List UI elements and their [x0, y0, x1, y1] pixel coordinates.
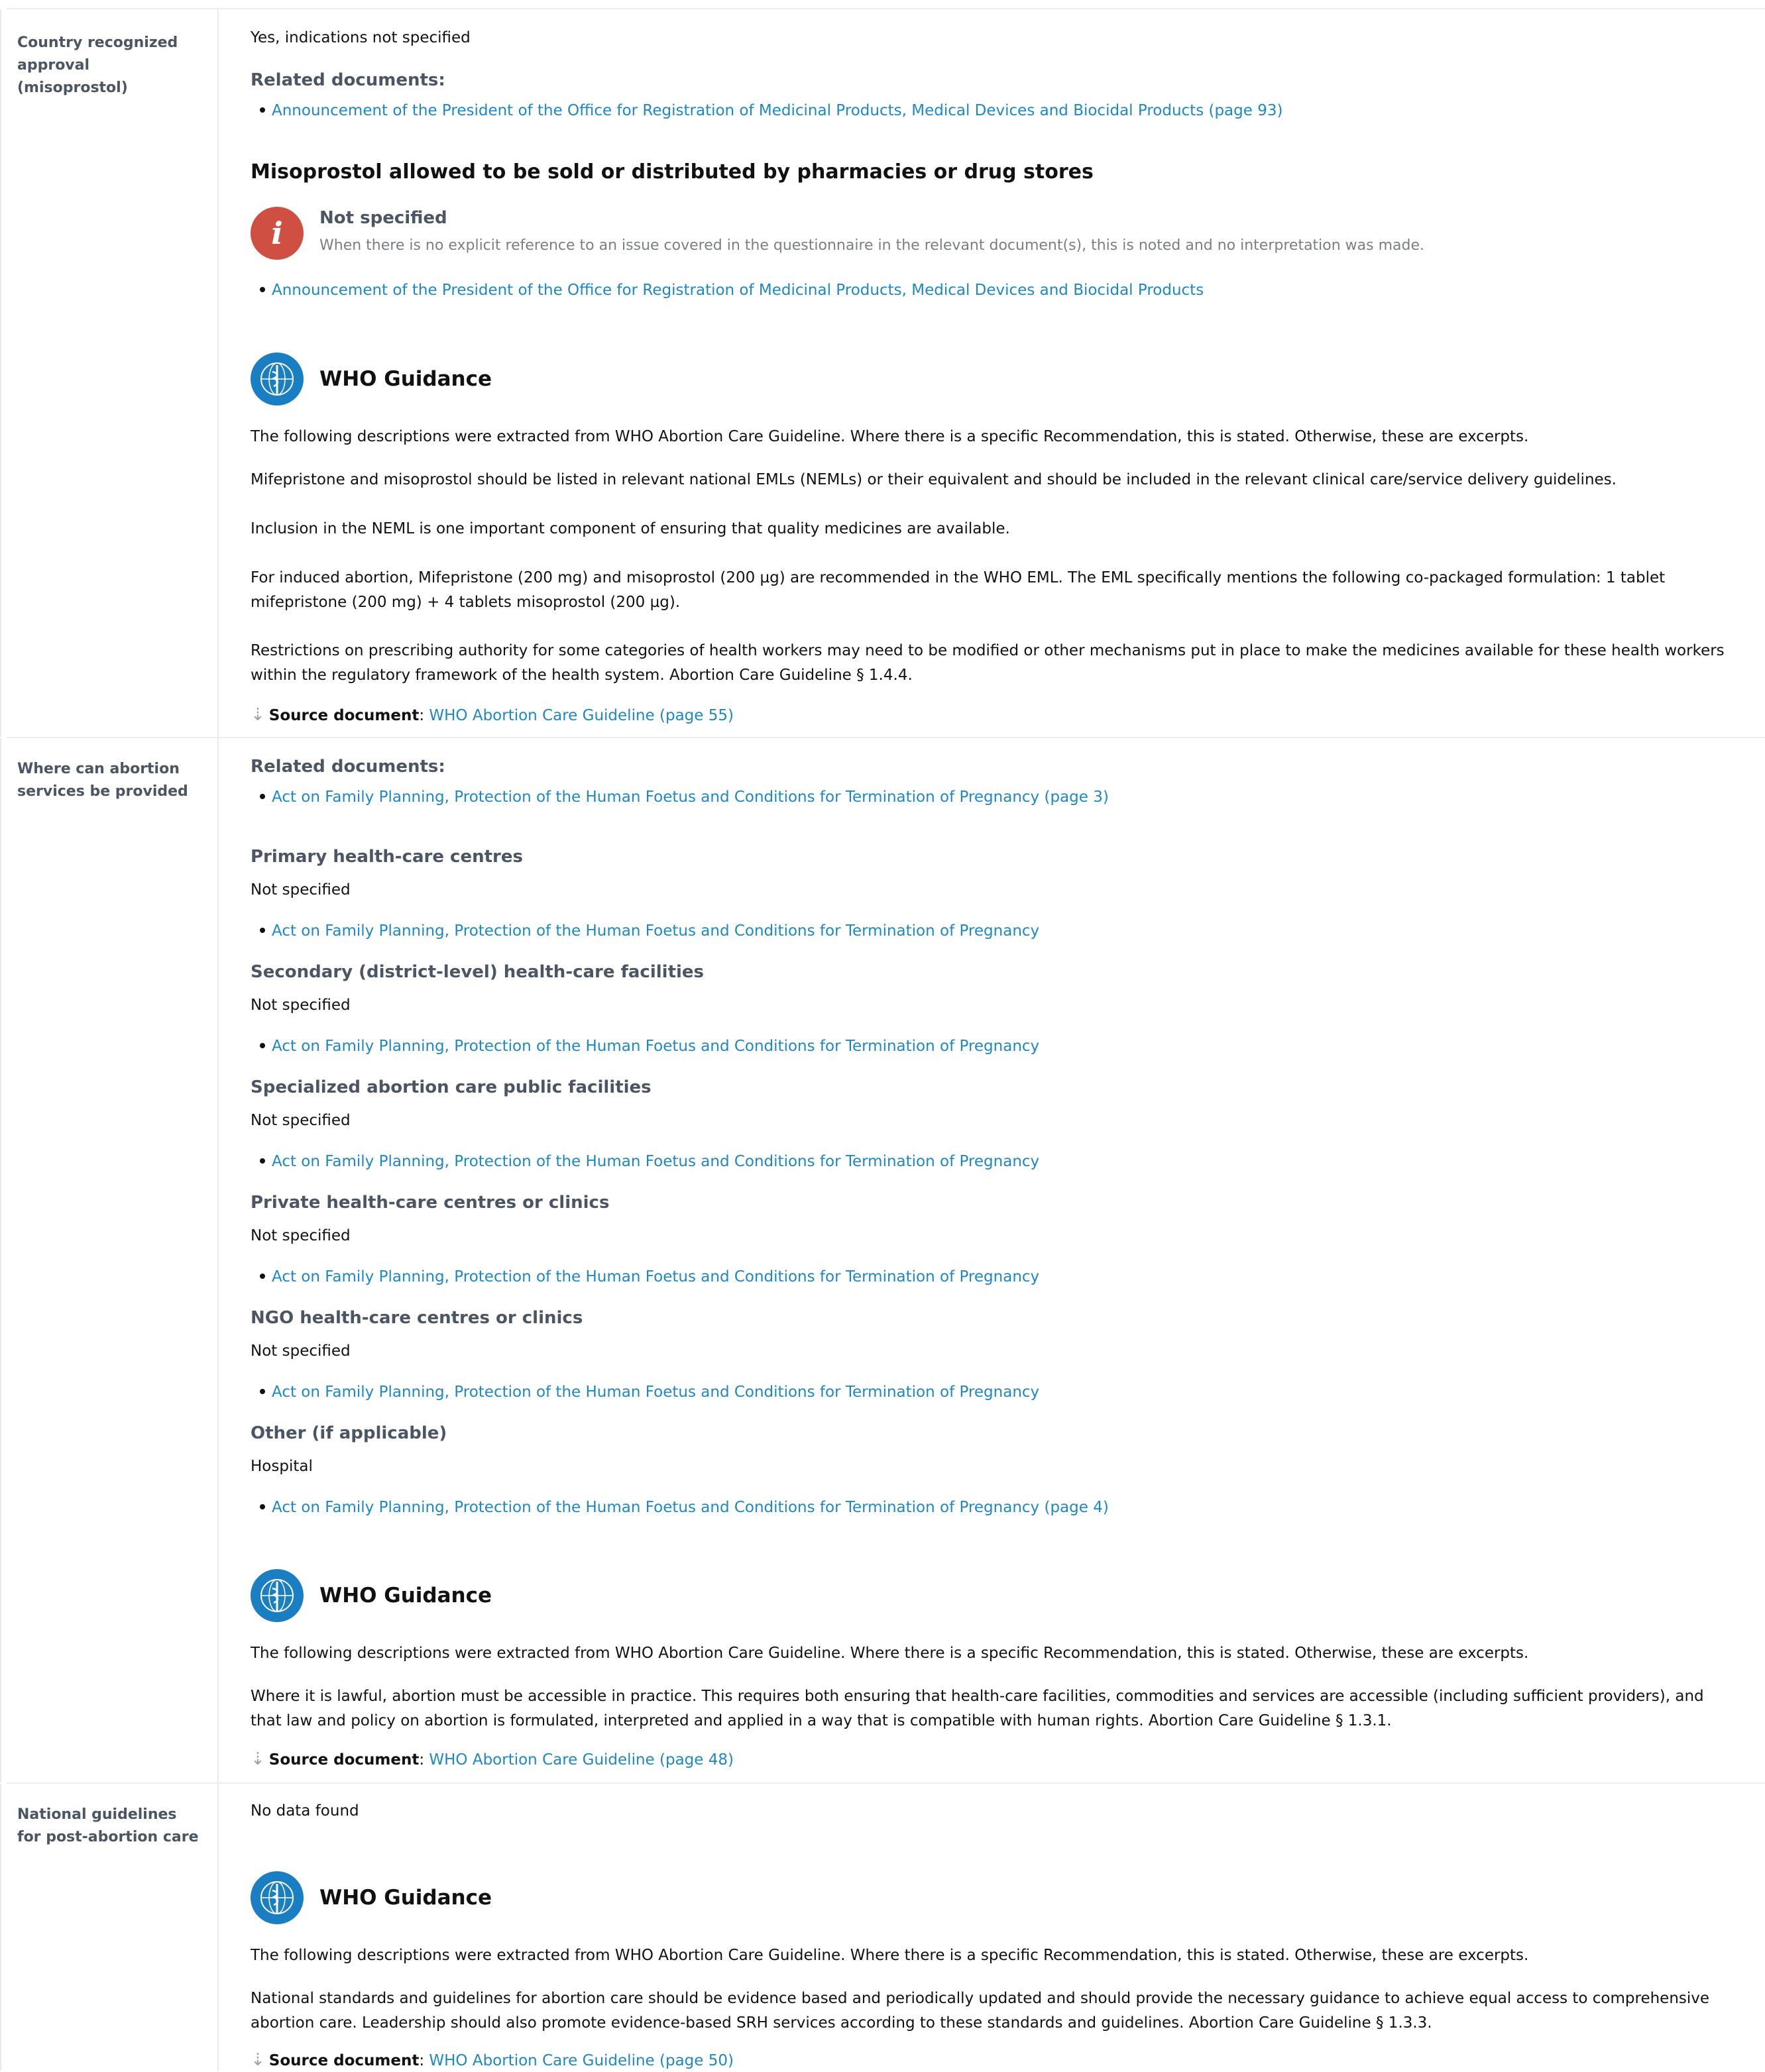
who-intro: The following descriptions were extracte… [251, 428, 1529, 445]
document-link[interactable]: Announcement of the President of the Off… [272, 102, 1282, 119]
row-label: Where can abortion services be provided [0, 738, 219, 1782]
who-intro: The following descriptions were extracte… [251, 1947, 1529, 1964]
facility-value: Hospital [251, 1458, 313, 1475]
who-emblem-icon [251, 1569, 304, 1622]
not-specified-title: Not specified [319, 208, 447, 228]
info-icon: i [251, 207, 304, 260]
document-link[interactable]: Act on Family Planning, Protection of th… [272, 1153, 1039, 1170]
who-paragraph: Mifepristone and misoprostol should be l… [251, 471, 1617, 488]
list-item: Act on Family Planning, Protection of th… [251, 1038, 1039, 1055]
facility-value: Not specified [251, 1227, 351, 1244]
who-emblem-icon [251, 1871, 304, 1924]
related-documents-heading: Related documents: [251, 70, 445, 90]
source-document: ⇣ Source document: WHO Abortion Care Guid… [251, 1749, 734, 1769]
facility-value: Not specified [251, 1112, 351, 1129]
facility-title: Secondary (district-level) health-care f… [251, 962, 705, 982]
document-link[interactable]: Act on Family Planning, Protection of th… [272, 1038, 1039, 1055]
source-document-link[interactable]: WHO Abortion Care Guideline (page 50) [429, 2052, 734, 2069]
who-guidance-title: WHO Guidance [319, 1886, 492, 1910]
not-specified-notice: i Not specified When there is no explici… [251, 207, 1424, 260]
who-guidance-title: WHO Guidance [319, 367, 492, 391]
who-guidance-header: WHO Guidance [251, 353, 492, 406]
facility-value: Not specified [251, 997, 351, 1014]
facility-title: Primary health-care centres [251, 847, 523, 867]
data-table: Country recognized approval (misoprostol… [0, 8, 1765, 2072]
document-link[interactable]: Act on Family Planning, Protection of th… [272, 1499, 1109, 1516]
document-link[interactable]: Announcement of the President of the Off… [272, 282, 1204, 299]
list-item: Act on Family Planning, Protection of th… [251, 1384, 1039, 1401]
row-label: Country recognized approval (misoprostol… [0, 9, 219, 737]
arrow-down-icon: ⇣ [251, 1749, 265, 1769]
row-content: Yes, indications not specified Related d… [219, 9, 1765, 738]
list-item: Act on Family Planning, Protection of th… [251, 1268, 1039, 1285]
answer-text: Yes, indications not specified [251, 29, 471, 46]
source-document-link[interactable]: WHO Abortion Care Guideline (page 48) [429, 1751, 734, 1769]
section-title: Misoprostol allowed to be sold or distri… [251, 160, 1094, 184]
list-item: Announcement of the President of the Off… [251, 282, 1204, 299]
facility-title: Private health-care centres or clinics [251, 1193, 610, 1213]
facility-title: Specialized abortion care public facilit… [251, 1077, 652, 1097]
who-guidance-header: WHO Guidance [251, 1871, 492, 1924]
who-paragraph: Where it is lawful, abortion must be acc… [251, 1688, 1704, 1729]
answer-text: No data found [251, 1802, 359, 1820]
row-label: National guidelines for post-abortion ca… [0, 1784, 219, 2071]
who-paragraph: National standards and guidelines for ab… [251, 1990, 1710, 2032]
source-document: ⇣ Source document: WHO Abortion Care Guid… [251, 705, 734, 725]
source-document: ⇣ Source document: WHO Abortion Care Guid… [251, 2050, 734, 2070]
who-guidance-title: WHO Guidance [319, 1584, 492, 1608]
document-link[interactable]: Act on Family Planning, Protection of th… [272, 789, 1109, 806]
arrow-down-icon: ⇣ [251, 2050, 265, 2070]
document-link[interactable]: Act on Family Planning, Protection of th… [272, 1384, 1039, 1401]
facility-value: Not specified [251, 1342, 351, 1360]
who-paragraph: Restrictions on prescribing authority fo… [251, 642, 1725, 684]
who-paragraph: Inclusion in the NEML is one important c… [251, 520, 1010, 537]
not-specified-description: When there is no explicit reference to a… [319, 237, 1425, 254]
who-guidance-header: WHO Guidance [251, 1569, 492, 1622]
list-item: Announcement of the President of the Off… [251, 102, 1282, 119]
who-emblem-icon [251, 353, 304, 406]
row-post-abortion-guidelines: National guidelines for post-abortion ca… [0, 1782, 1765, 2072]
list-item: Act on Family Planning, Protection of th… [251, 789, 1109, 806]
source-document-link[interactable]: WHO Abortion Care Guideline (page 55) [429, 707, 734, 724]
who-intro: The following descriptions were extracte… [251, 1645, 1529, 1662]
related-documents-heading: Related documents: [251, 757, 445, 777]
row-misoprostol-approval: Country recognized approval (misoprostol… [0, 8, 1765, 738]
row-content: No data found WHO Guidance The following… [219, 1784, 1765, 2072]
list-item: Act on Family Planning, Protection of th… [251, 1499, 1109, 1516]
document-link[interactable]: Act on Family Planning, Protection of th… [272, 1268, 1039, 1285]
list-item: Act on Family Planning, Protection of th… [251, 1153, 1039, 1170]
who-paragraph: For induced abortion, Mifepristone (200 … [251, 569, 1666, 611]
facility-title: Other (if applicable) [251, 1423, 447, 1443]
row-abortion-services-locations: Where can abortion services be provided … [0, 737, 1765, 1784]
arrow-down-icon: ⇣ [251, 705, 265, 725]
row-content: Related documents: Act on Family Plannin… [219, 738, 1765, 1784]
facility-value: Not specified [251, 881, 351, 899]
document-link[interactable]: Act on Family Planning, Protection of th… [272, 922, 1039, 940]
facility-title: NGO health-care centres or clinics [251, 1308, 583, 1328]
list-item: Act on Family Planning, Protection of th… [251, 922, 1039, 940]
